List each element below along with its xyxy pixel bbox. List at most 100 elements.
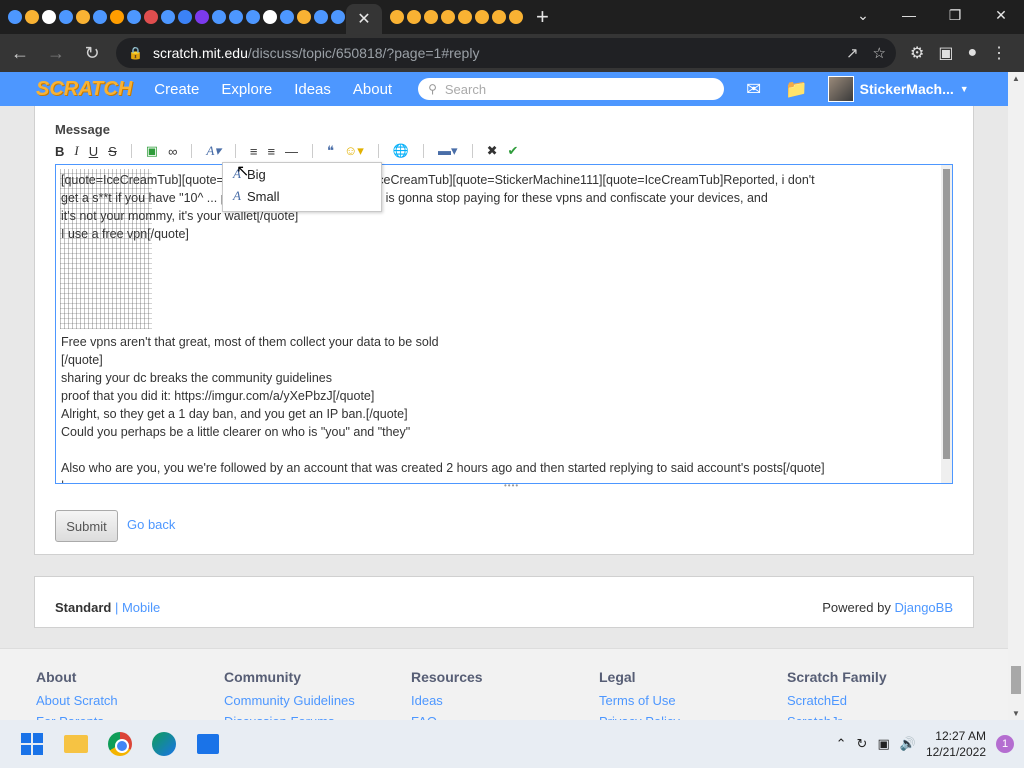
browser-tab[interactable]: [422, 4, 439, 30]
notification-badge[interactable]: 1: [996, 735, 1014, 753]
nav-create[interactable]: Create: [154, 81, 199, 98]
globe-icon[interactable]: 🌐: [393, 143, 409, 159]
new-tab-button[interactable]: +: [536, 4, 549, 30]
checkmark-icon[interactable]: ✔: [507, 143, 518, 159]
browser-tab[interactable]: [193, 4, 210, 30]
tab-search-button[interactable]: ⌄: [840, 0, 886, 30]
share-icon[interactable]: ↗: [846, 44, 859, 62]
menu-kebab-icon[interactable]: ⋮: [991, 43, 1007, 63]
scratchblocks-icon[interactable]: ▬▾: [438, 143, 458, 159]
minimize-button[interactable]: —: [886, 0, 932, 30]
page-scroll-thumb[interactable]: [1011, 666, 1021, 694]
go-back-link[interactable]: Go back: [127, 517, 175, 532]
footer-link[interactable]: Community Guidelines: [224, 693, 355, 708]
browser-tab[interactable]: [473, 4, 490, 30]
toolbar-divider: [312, 144, 314, 158]
strikethrough-button[interactable]: S: [108, 144, 117, 159]
forward-button[interactable]: →: [40, 37, 72, 69]
browser-tab[interactable]: [261, 4, 278, 30]
image-icon[interactable]: ▣: [146, 143, 158, 159]
my-stuff-icon[interactable]: 📁: [785, 79, 807, 100]
scroll-down-icon[interactable]: ▼: [1012, 709, 1020, 718]
maximize-button[interactable]: ❐: [932, 0, 978, 30]
nav-about[interactable]: About: [353, 81, 392, 98]
browser-tab[interactable]: [176, 4, 193, 30]
address-bar[interactable]: 🔒 scratch.mit.edu/discuss/topic/650818/?…: [116, 38, 896, 68]
mobile-view-link[interactable]: Mobile: [122, 600, 160, 615]
browser-tab[interactable]: [40, 4, 57, 30]
search-input[interactable]: ⚲ Search: [418, 78, 725, 100]
bookmark-star-icon[interactable]: ☆: [873, 44, 886, 62]
browser-tab[interactable]: [439, 4, 456, 30]
clock[interactable]: 12:27 AM 12/21/2022: [926, 728, 986, 760]
profile-icon[interactable]: ●: [967, 44, 977, 62]
smiley-icon[interactable]: ☺▾: [344, 143, 364, 159]
messages-icon[interactable]: ✉: [746, 79, 761, 100]
djangobb-link[interactable]: DjangoBB: [894, 600, 953, 615]
reload-button[interactable]: ↻: [76, 37, 108, 69]
scroll-up-icon[interactable]: ▲: [1012, 74, 1020, 83]
browser-tab[interactable]: [142, 4, 159, 30]
browser-tab[interactable]: [6, 4, 23, 30]
nav-ideas[interactable]: Ideas: [294, 81, 331, 98]
close-tab-icon[interactable]: ✕: [357, 9, 370, 29]
browser-tab[interactable]: [405, 4, 422, 30]
underline-button[interactable]: U: [89, 144, 98, 159]
browser-tab[interactable]: [312, 4, 329, 30]
numbered-list-icon[interactable]: ≡: [267, 144, 275, 159]
font-size-icon[interactable]: A▾: [206, 143, 220, 159]
volume-icon[interactable]: 🔊: [900, 736, 916, 752]
scratch-logo[interactable]: SCRATCH: [36, 78, 132, 101]
side-panel-icon[interactable]: ▣: [938, 43, 953, 63]
browser-tab[interactable]: [278, 4, 295, 30]
link-icon[interactable]: ∞: [168, 144, 177, 159]
page-scrollbar[interactable]: ▲ ▼: [1008, 72, 1024, 720]
message-textarea[interactable]: [quote=IceCreamTub][quote=StickerMachine…: [55, 164, 953, 484]
chevron-up-icon[interactable]: ⌃: [836, 736, 847, 752]
browser-tab[interactable]: [507, 4, 524, 30]
quote-icon[interactable]: ❝: [327, 143, 334, 159]
browser-tab[interactable]: [57, 4, 74, 30]
browser-tab[interactable]: [125, 4, 142, 30]
browser-tab[interactable]: [108, 4, 125, 30]
submit-button[interactable]: Submit: [55, 510, 118, 542]
footer-link[interactable]: ScratchEd: [787, 693, 887, 708]
close-window-button[interactable]: ✕: [978, 0, 1024, 30]
user-menu[interactable]: StickerMach... ▼: [827, 76, 969, 102]
clear-format-icon[interactable]: ✖: [487, 143, 498, 159]
browser-tab[interactable]: [388, 4, 405, 30]
start-button[interactable]: [12, 724, 52, 764]
italic-button[interactable]: I: [74, 143, 78, 159]
bullet-list-icon[interactable]: ≡: [250, 144, 258, 159]
browser-tab[interactable]: [244, 4, 261, 30]
back-button[interactable]: ←: [4, 37, 36, 69]
network-icon[interactable]: ▣: [877, 736, 889, 752]
footer-link[interactable]: Ideas: [411, 693, 483, 708]
extensions-icon[interactable]: ⚙: [910, 43, 924, 63]
sync-icon[interactable]: ↻: [857, 736, 868, 752]
list-item-icon[interactable]: —: [285, 144, 298, 159]
store-taskbar-button[interactable]: [188, 724, 228, 764]
file-explorer-button[interactable]: [56, 724, 96, 764]
footer-link[interactable]: About Scratch: [36, 693, 118, 708]
browser-tab[interactable]: [329, 4, 346, 30]
browser-tab[interactable]: [210, 4, 227, 30]
footer-link[interactable]: Terms of Use: [599, 693, 680, 708]
browser-tab[interactable]: [295, 4, 312, 30]
size-option-small[interactable]: A Small: [223, 185, 381, 207]
browser-tab[interactable]: [159, 4, 176, 30]
chrome-taskbar-button[interactable]: [100, 724, 140, 764]
browser-tab[interactable]: [490, 4, 507, 30]
resize-handle[interactable]: ••••: [504, 481, 519, 490]
nav-explore[interactable]: Explore: [221, 81, 272, 98]
editor-scrollbar[interactable]: [941, 165, 952, 483]
bold-button[interactable]: B: [55, 144, 64, 159]
browser-tab[interactable]: [23, 4, 40, 30]
browser-tab[interactable]: [456, 4, 473, 30]
browser-tab[interactable]: [74, 4, 91, 30]
active-tab[interactable]: ✕: [346, 4, 382, 34]
edge-taskbar-button[interactable]: [144, 724, 184, 764]
browser-tab[interactable]: [227, 4, 244, 30]
editor-scroll-thumb[interactable]: [943, 169, 950, 459]
browser-tab[interactable]: [91, 4, 108, 30]
